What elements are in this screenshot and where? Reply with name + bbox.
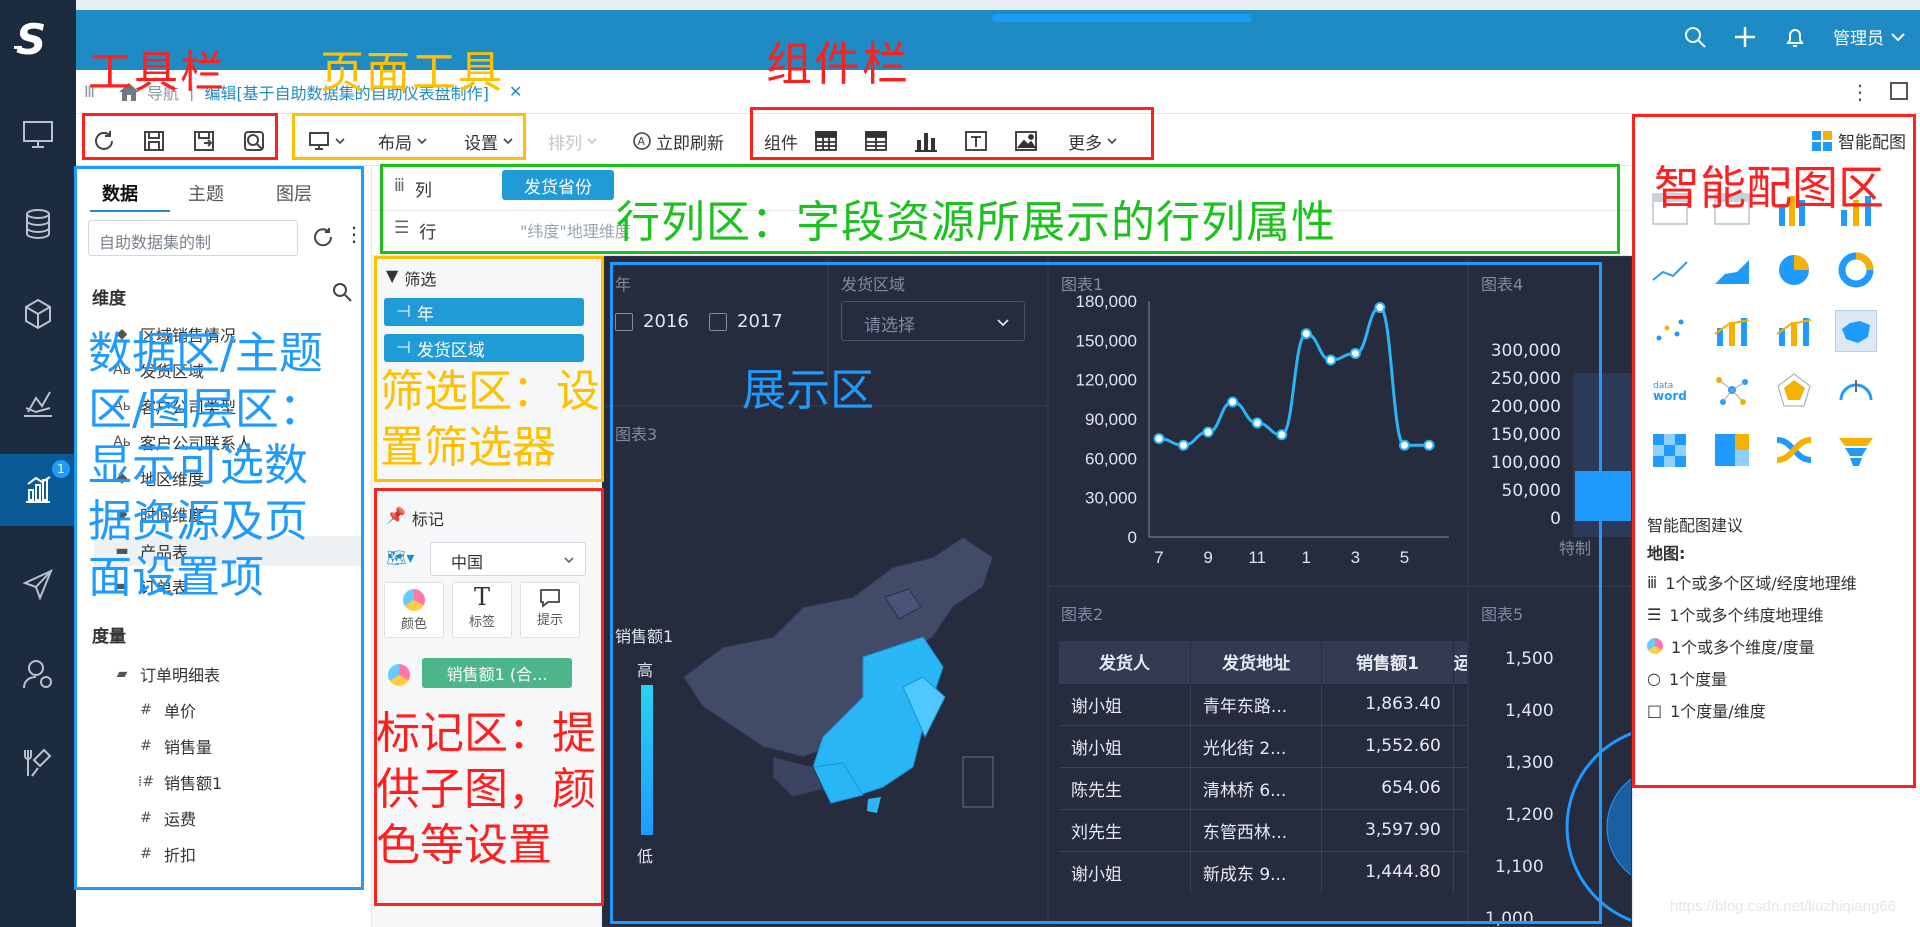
sort-label: 排列: [548, 133, 582, 154]
top-strip: [76, 0, 1920, 10]
monitor-icon[interactable]: [20, 116, 56, 152]
annotation-smart: 智能配图区: [1654, 161, 1884, 215]
annotation-mark-line: 色等设置: [376, 820, 552, 871]
sort-dropdown[interactable]: 排列: [548, 128, 598, 154]
notification-badge: 1: [52, 460, 70, 478]
annotation-mark-line: 供子图，颜: [376, 764, 596, 815]
tools-icon[interactable]: [20, 746, 56, 782]
auto-refresh-icon: A: [633, 132, 651, 150]
admin-label: 管理员: [1833, 29, 1884, 48]
annotation-data-line: 区/图层区：: [88, 384, 323, 435]
cube-icon[interactable]: [20, 296, 56, 332]
annotation-data-line: 数据区/主题: [88, 328, 323, 379]
chevron-down-icon: [1891, 32, 1905, 41]
user-menu[interactable]: 管理员: [1833, 24, 1906, 49]
watermark: https://blog.csdn.net/liuzhiqiang66: [1670, 898, 1896, 915]
annotation-box-components: [750, 107, 1154, 160]
refresh-now-button[interactable]: A 立即刷新: [632, 128, 724, 154]
annotation-box-page-tools: [292, 113, 526, 160]
annotation-box-tools: [82, 113, 278, 160]
database-icon[interactable]: [20, 206, 56, 242]
add-icon[interactable]: [1733, 25, 1757, 49]
annotation-tools: 工具栏: [88, 47, 226, 98]
refresh-now-label: 立即刷新: [656, 133, 724, 154]
user-settings-icon[interactable]: [20, 656, 56, 692]
annotation-filter-line: 置筛选器: [380, 422, 556, 473]
annotation-mark: 标记区：提 供子图，颜 色等设置: [376, 706, 596, 874]
svg-text:S: S: [16, 16, 46, 60]
annotation-filter: 筛选区：设 置筛选器: [380, 364, 600, 476]
annotation-components: 组件栏: [766, 37, 910, 91]
annotation-display: 展示区: [742, 365, 874, 416]
search-icon[interactable]: [1683, 25, 1707, 49]
maximize-icon[interactable]: [1890, 82, 1908, 100]
send-icon[interactable]: [20, 566, 56, 602]
left-nav-rail: S 1: [0, 0, 76, 927]
annotation-data-line: 面设置项: [88, 552, 264, 603]
smartbi-logo[interactable]: S: [12, 16, 62, 60]
annotation-data: 数据区/主题 区/图层区： 显示可选数 据资源及页 面设置项: [88, 326, 323, 606]
layers-chart-icon[interactable]: [20, 386, 56, 422]
bell-icon[interactable]: [1783, 25, 1807, 49]
annotation-page-tools: 页面工具: [320, 47, 504, 98]
svg-text:A: A: [638, 135, 646, 148]
annotation-mark-line: 标记区：提: [376, 708, 596, 759]
annotation-filter-line: 筛选区：设: [380, 366, 600, 417]
annotation-data-line: 据资源及页: [88, 496, 308, 547]
more-vertical-icon[interactable]: ⋮: [1850, 80, 1870, 104]
close-tab-icon[interactable]: ✕: [509, 82, 522, 101]
annotation-data-line: 显示可选数: [88, 440, 308, 491]
loading-progress-bar: [992, 14, 1252, 22]
annotation-rowcol: 行列区：字段资源所展示的行列属性: [616, 197, 1336, 248]
